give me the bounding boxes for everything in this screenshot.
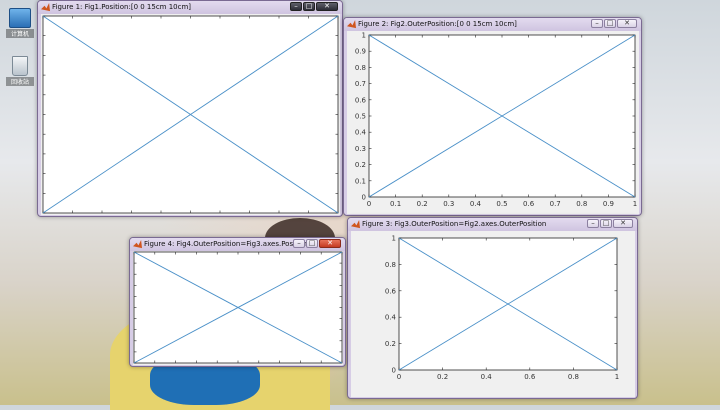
y-tick-label: 0.5 xyxy=(355,113,366,121)
close-button[interactable]: ✕ xyxy=(617,19,637,28)
y-tick-label: 0.8 xyxy=(385,261,396,269)
y-tick-label: 0.6 xyxy=(355,96,367,104)
minimize-button[interactable]: – xyxy=(591,19,603,28)
x-tick-label: 1 xyxy=(633,200,637,208)
title-bar[interactable]: Figure 3: Fig3.OuterPosition=Fig2.axes.O… xyxy=(348,218,637,231)
close-button[interactable]: ✕ xyxy=(613,219,633,228)
x-tick-label: 0.5 xyxy=(496,200,507,208)
x-tick-label: 0.6 xyxy=(524,373,536,381)
x-tick-label: 0.6 xyxy=(523,200,535,208)
window-title: Figure 1: Fig1.Position:[0 0 15cm 10cm] xyxy=(52,3,192,11)
title-bar[interactable]: Figure 2: Fig2.OuterPosition:[0 0 15cm 1… xyxy=(344,18,641,31)
window-title: Figure 2: Fig2.OuterPosition:[0 0 15cm 1… xyxy=(358,20,517,28)
matlab-logo-icon xyxy=(347,20,356,29)
x-tick-label: 0.8 xyxy=(568,373,579,381)
y-tick-label: 0.8 xyxy=(355,64,366,72)
x-tick-label: 0.4 xyxy=(470,200,482,208)
x-tick-label: 0.4 xyxy=(481,373,493,381)
matlab-logo-icon xyxy=(351,220,360,229)
y-tick-label: 0 xyxy=(392,367,396,375)
title-bar[interactable]: Figure 4: Fig4.OuterPosition=Fig3.axes.P… xyxy=(130,238,345,251)
x-tick-label: 0.9 xyxy=(603,200,614,208)
desktop-icon-computer[interactable]: 计算机 xyxy=(6,8,34,38)
window-controls: – □ ✕ xyxy=(293,239,341,249)
window-title: Figure 4: Fig4.OuterPosition=Fig3.axes.P… xyxy=(144,240,309,248)
figure-canvas[interactable] xyxy=(133,251,343,365)
y-tick-label: 1 xyxy=(362,32,366,40)
recycle-bin-icon xyxy=(12,56,28,76)
x-tick-label: 0.2 xyxy=(437,373,448,381)
y-tick-label: 1 xyxy=(392,235,396,243)
close-button[interactable]: ✕ xyxy=(319,239,341,248)
desktop-icon-recycle-bin[interactable]: 回收站 xyxy=(6,56,34,86)
maximize-button[interactable]: □ xyxy=(303,2,315,11)
window-controls: – □ ✕ xyxy=(290,2,338,12)
x-tick-label: 0.3 xyxy=(443,200,454,208)
figure-canvas[interactable]: 0 0.2 0.4 0.6 0.8 1 0 0.2 0.4 0.6 0.8 1 xyxy=(351,231,635,397)
figure-3-window[interactable]: Figure 3: Fig3.OuterPosition=Fig2.axes.O… xyxy=(347,217,638,399)
x-tick-label: 0.1 xyxy=(390,200,401,208)
x-tick-label: 0.8 xyxy=(576,200,587,208)
minimize-button[interactable]: – xyxy=(587,219,599,228)
title-bar[interactable]: Figure 1: Fig1.Position:[0 0 15cm 10cm] … xyxy=(38,1,342,14)
matlab-logo-icon xyxy=(41,3,50,12)
y-tick-label: 0.4 xyxy=(355,129,367,137)
close-button[interactable]: ✕ xyxy=(316,2,338,11)
desktop-icon-label: 回收站 xyxy=(6,77,34,86)
window-title: Figure 3: Fig3.OuterPosition=Fig2.axes.O… xyxy=(362,220,547,228)
figure-2-window[interactable]: Figure 2: Fig2.OuterPosition:[0 0 15cm 1… xyxy=(343,17,642,216)
window-controls: – □ ✕ xyxy=(587,219,633,229)
y-tick-label: 0.7 xyxy=(355,80,366,88)
plot-svg: 0 0.1 0.2 0.3 0.4 0.5 0.6 0.7 0.8 0.9 1 0 0.1 0.2 0.3 0… xyxy=(355,32,637,209)
figure-canvas[interactable]: 0 0.1 0.2 0.3 0.4 0.5 0.6 0.7 0.8 0.9 1 0 0.1 0.2 0.3 0… xyxy=(347,31,639,214)
x-tick-label: 1 xyxy=(615,373,619,381)
y-tick-label: 0.2 xyxy=(385,340,396,348)
matlab-logo-icon xyxy=(133,240,142,249)
maximize-button[interactable]: □ xyxy=(306,239,318,248)
plot-svg xyxy=(42,15,339,214)
desktop-icon-label: 计算机 xyxy=(6,29,34,38)
computer-icon xyxy=(9,8,31,28)
plot-svg xyxy=(133,251,343,364)
minimize-button[interactable]: – xyxy=(290,2,302,11)
x-tick-label: 0.7 xyxy=(550,200,561,208)
y-tick-label: 0.6 xyxy=(385,287,397,295)
figure-canvas[interactable] xyxy=(41,14,340,215)
y-tick-label: 0.1 xyxy=(355,177,366,185)
figure-1-window[interactable]: Figure 1: Fig1.Position:[0 0 15cm 10cm] … xyxy=(37,0,343,217)
plot-svg: 0 0.2 0.4 0.6 0.8 1 0 0.2 0.4 0.6 0.8 1 xyxy=(385,235,619,382)
y-tick-label: 0.2 xyxy=(355,161,366,169)
y-tick-label: 0.9 xyxy=(355,48,366,56)
maximize-button[interactable]: □ xyxy=(604,19,616,28)
x-tick-label: 0.2 xyxy=(417,200,428,208)
y-tick-label: 0 xyxy=(362,194,366,202)
minimize-button[interactable]: – xyxy=(293,239,305,248)
figure-4-window[interactable]: Figure 4: Fig4.OuterPosition=Fig3.axes.P… xyxy=(129,237,346,367)
maximize-button[interactable]: □ xyxy=(600,219,612,228)
x-tick-label: 0 xyxy=(367,200,371,208)
y-tick-label: 0.4 xyxy=(385,314,397,322)
window-controls: – □ ✕ xyxy=(591,19,637,29)
y-tick-label: 0.3 xyxy=(355,145,366,153)
x-tick-label: 0 xyxy=(397,373,401,381)
